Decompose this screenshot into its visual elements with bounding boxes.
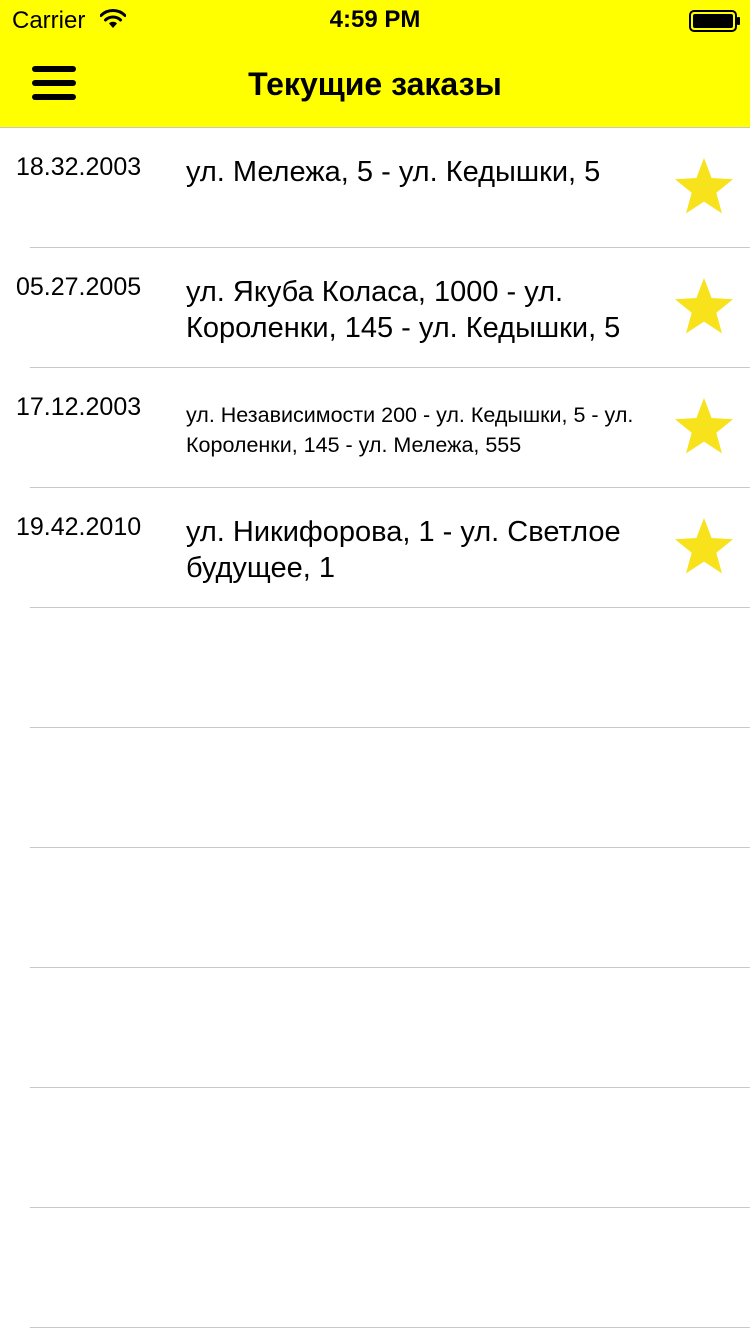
order-row[interactable]: 17.12.2003 ул. Независимости 200 - ул. К… (0, 368, 750, 488)
navigation-bar: Текущие заказы (0, 40, 750, 128)
status-bar: Carrier 4:59 PM (0, 0, 750, 40)
star-icon[interactable] (672, 396, 736, 458)
order-date: 19.42.2010 (16, 513, 142, 541)
empty-row (0, 608, 750, 728)
star-icon[interactable] (672, 516, 736, 578)
order-route: ул. Мележа, 5 - ул. Кедышки, 5 (186, 156, 601, 188)
empty-row (0, 968, 750, 1088)
empty-row (0, 1088, 750, 1208)
star-icon[interactable] (672, 276, 736, 338)
header: Carrier 4:59 PM Текущие заказы (0, 0, 750, 128)
order-date: 17.12.2003 (16, 393, 142, 421)
status-time: 4:59 PM (329, 6, 421, 33)
order-row[interactable]: 05.27.2005 ул. Якуба Коласа, 1000 - ул. … (0, 248, 750, 368)
order-row[interactable]: 19.42.2010 ул. Никифорова, 1 - ул. Светл… (0, 488, 750, 608)
order-date: 05.27.2005 (16, 273, 142, 301)
empty-row (0, 848, 750, 968)
order-route: ул. Независимости 200 - ул. Кедышки, 5 -… (186, 403, 634, 457)
order-date: 18.32.2003 (16, 153, 142, 181)
empty-row (0, 728, 750, 848)
order-route: ул. Никифорова, 1 - ул. Светлое будущее,… (186, 516, 621, 584)
empty-row (0, 1208, 750, 1328)
orders-list[interactable]: 18.32.2003 ул. Мележа, 5 - ул. Кедышки, … (0, 128, 750, 1328)
page-title: Текущие заказы (248, 66, 502, 102)
order-row[interactable]: 18.32.2003 ул. Мележа, 5 - ул. Кедышки, … (0, 128, 750, 248)
battery-icon (689, 10, 740, 32)
order-route: ул. Якуба Коласа, 1000 - ул. Короленки, … (186, 276, 621, 344)
star-icon[interactable] (672, 156, 736, 218)
